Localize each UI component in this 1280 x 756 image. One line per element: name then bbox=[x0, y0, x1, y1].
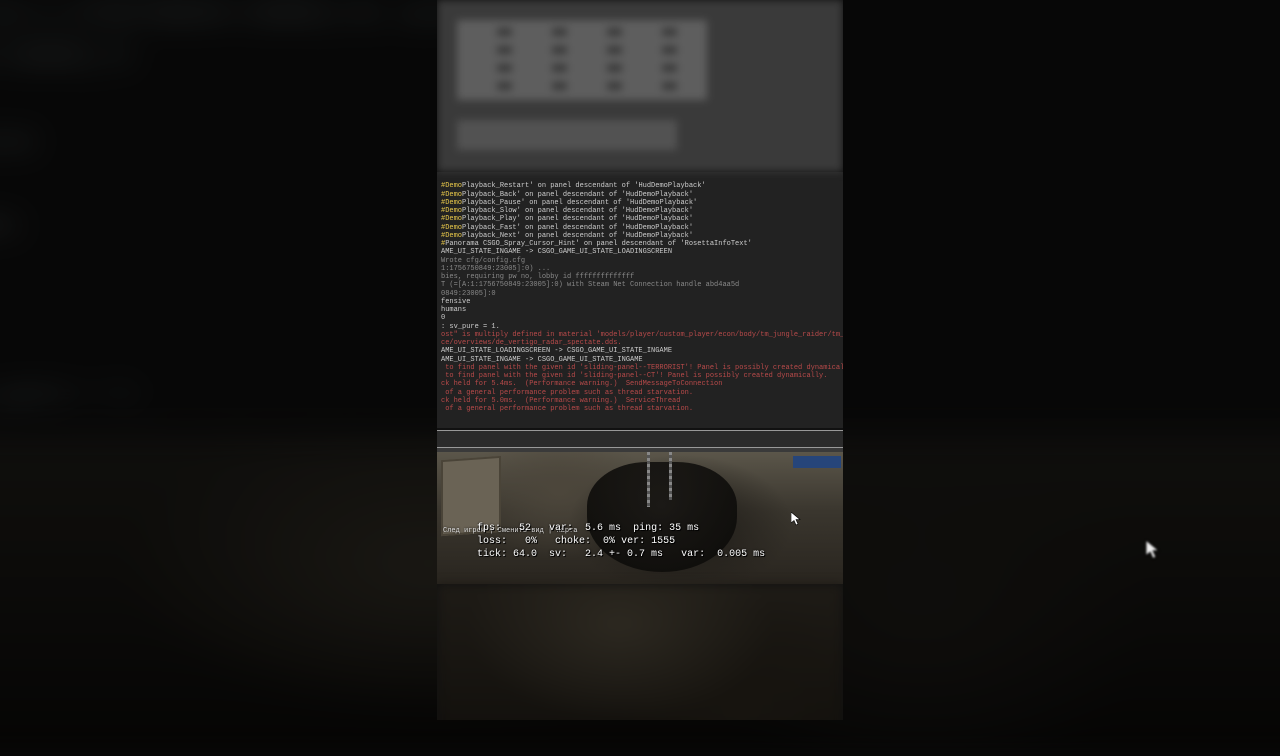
net-graph: fps: 52 var: 5.6 ms ping: 35 ms loss: 0%… bbox=[477, 522, 839, 561]
mouse-cursor-icon bbox=[791, 512, 801, 526]
scoreboard-blurred bbox=[437, 0, 843, 172]
mouse-cursor-icon bbox=[1146, 540, 1156, 554]
prop-chain bbox=[647, 452, 650, 507]
game-viewport-blur bbox=[437, 584, 843, 721]
video-column: #DemoPlayback_Restart' on panel descenda… bbox=[437, 0, 843, 720]
developer-console[interactable]: #DemoPlayback_Restart' on panel descenda… bbox=[437, 172, 843, 428]
prop-blue-sign bbox=[793, 456, 841, 468]
game-viewport[interactable]: След игрок | Сменить вид | Карта fps: 52… bbox=[437, 452, 843, 584]
console-input[interactable] bbox=[437, 430, 843, 448]
prop-chain bbox=[669, 452, 672, 500]
